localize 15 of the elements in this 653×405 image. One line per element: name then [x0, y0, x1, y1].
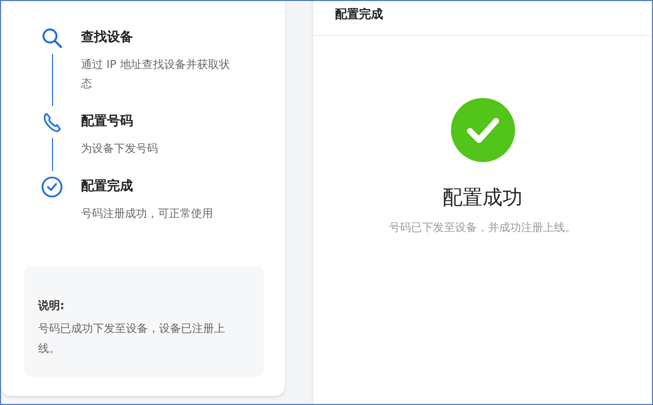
step-title: 配置完成: [81, 178, 134, 196]
step-description: 号码注册成功，可正常使用: [81, 206, 214, 222]
result-message: 号码已下发至设备，并成功注册上线。: [389, 220, 576, 236]
result-title: 配置成功: [442, 184, 522, 211]
step-title: 配置号码: [81, 113, 134, 131]
search-icon: [41, 27, 63, 49]
phone-icon: [41, 111, 63, 133]
panel-header: 配置完成: [335, 6, 383, 23]
note-title: 说明:: [38, 298, 66, 314]
step-title: 查找设备: [81, 29, 134, 47]
success-check-icon: [450, 98, 514, 162]
step-description: 通过 IP 地址查找设备并获取状态: [81, 57, 231, 92]
check-circle-icon: [41, 176, 63, 198]
note-text: 号码已成功下发至设备，设备已注册上线。: [38, 320, 226, 356]
step-description: 为设备下发号码: [81, 141, 159, 157]
